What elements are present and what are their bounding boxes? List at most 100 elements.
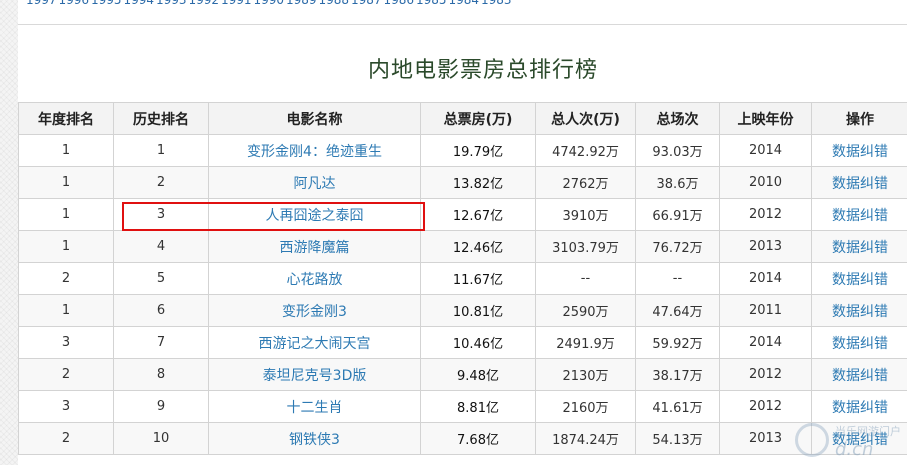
table-row: 3 7 西游记之大闹天宫 10.46亿 2491.9万 59.92万 2014 数据纠错 <box>18 326 907 359</box>
cell-total-gross: 19.79亿 <box>420 134 536 167</box>
table-header-row: 年度排名 历史排名 电影名称 总票房(万) 总人次(万) 总场次 上映年份 操作 <box>18 102 907 135</box>
year-link[interactable]: 1990 <box>254 0 287 7</box>
report-error-link[interactable]: 数据纠错 <box>832 368 888 384</box>
report-error-link[interactable]: 数据纠错 <box>832 400 888 416</box>
cell-total-gross: 12.46亿 <box>420 230 536 263</box>
cell-total-gross: 13.82亿 <box>420 166 536 199</box>
table-row: 1 3 人再囧途之泰囧 12.67亿 3910万 66.91万 2012 数据纠错 <box>18 198 907 231</box>
cell-release-year: 2012 <box>719 198 812 231</box>
col-total-gross[interactable]: 总票房(万) <box>420 102 536 135</box>
cell-screenings: 76.72万 <box>635 230 720 263</box>
watermark-logo: 当乐网游门户 d.cn <box>795 417 905 463</box>
cell-screenings: -- <box>635 262 720 295</box>
cell-year-rank: 1 <box>18 294 114 327</box>
year-link[interactable]: 1996 <box>59 0 92 7</box>
cell-history-rank: 9 <box>113 390 209 423</box>
cell-release-year: 2014 <box>719 134 812 167</box>
cell-history-rank: 5 <box>113 262 209 295</box>
cell-name: 变形金刚4：绝迹重生 <box>208 134 421 167</box>
cell-year-rank: 1 <box>18 230 114 263</box>
col-release-year[interactable]: 上映年份 <box>719 102 812 135</box>
year-link[interactable]: 1997 <box>26 0 59 7</box>
cell-admissions: 2130万 <box>535 358 636 391</box>
cell-total-gross: 8.81亿 <box>420 390 536 423</box>
cell-release-year: 2012 <box>719 358 812 391</box>
report-error-link[interactable]: 数据纠错 <box>832 272 888 288</box>
cell-admissions: 3910万 <box>535 198 636 231</box>
year-link[interactable]: 1989 <box>286 0 319 7</box>
movie-name-link[interactable]: 人再囧途之泰囧 <box>266 208 364 224</box>
movie-name-link[interactable]: 泰坦尼克号3D版 <box>263 368 367 384</box>
cell-name: 心花路放 <box>208 262 421 295</box>
year-link[interactable]: 1986 <box>384 0 417 7</box>
movie-name-link[interactable]: 阿凡达 <box>294 176 336 192</box>
year-link[interactable]: 1987 <box>351 0 384 7</box>
table-row: 2 10 钢铁侠3 7.68亿 1874.24万 54.13万 2013 数据纠错 <box>18 422 907 455</box>
year-link[interactable]: 1994 <box>124 0 157 7</box>
cell-admissions: 1874.24万 <box>535 422 636 455</box>
cell-year-rank: 1 <box>18 198 114 231</box>
col-history-rank[interactable]: 历史排名 <box>113 102 209 135</box>
col-admissions[interactable]: 总人次(万) <box>535 102 636 135</box>
cell-history-rank: 4 <box>113 230 209 263</box>
cell-admissions: 2762万 <box>535 166 636 199</box>
movie-name-link[interactable]: 心花路放 <box>287 272 343 288</box>
year-link[interactable]: 1992 <box>189 0 222 7</box>
table-row: 1 1 变形金刚4：绝迹重生 19.79亿 4742.92万 93.03万 2014 数据纠错 <box>18 134 907 167</box>
cell-name: 十二生肖 <box>208 390 421 423</box>
cell-name: 钢铁侠3 <box>208 422 421 455</box>
cell-action: 数据纠错 <box>811 134 907 167</box>
cell-year-rank: 2 <box>18 358 114 391</box>
report-error-link[interactable]: 数据纠错 <box>832 304 888 320</box>
cell-release-year: 2010 <box>719 166 812 199</box>
year-link[interactable]: 1993 <box>156 0 189 7</box>
col-screenings[interactable]: 总场次 <box>635 102 720 135</box>
report-error-link[interactable]: 数据纠错 <box>832 336 888 352</box>
cell-action: 数据纠错 <box>811 230 907 263</box>
cell-year-rank: 2 <box>18 262 114 295</box>
cell-history-rank: 10 <box>113 422 209 455</box>
cell-action: 数据纠错 <box>811 262 907 295</box>
movie-name-link[interactable]: 十二生肖 <box>287 400 343 416</box>
cell-total-gross: 9.48亿 <box>420 358 536 391</box>
year-link[interactable]: 1983 <box>481 0 514 7</box>
movie-name-link[interactable]: 变形金刚4：绝迹重生 <box>247 144 382 160</box>
cell-release-year: 2013 <box>719 230 812 263</box>
logo-circle-icon <box>795 423 829 457</box>
cell-release-year: 2014 <box>719 262 812 295</box>
cell-history-rank: 7 <box>113 326 209 359</box>
cell-name: 变形金刚3 <box>208 294 421 327</box>
movie-name-link[interactable]: 西游记之大闹天宫 <box>259 336 371 352</box>
cell-history-rank: 3 <box>113 198 209 231</box>
cell-total-gross: 12.67亿 <box>420 198 536 231</box>
cell-history-rank: 2 <box>113 166 209 199</box>
cell-action: 数据纠错 <box>811 166 907 199</box>
table-row: 3 9 十二生肖 8.81亿 2160万 41.61万 2012 数据纠错 <box>18 390 907 423</box>
col-year-rank[interactable]: 年度排名 <box>18 102 114 135</box>
cell-admissions: 2590万 <box>535 294 636 327</box>
cell-screenings: 47.64万 <box>635 294 720 327</box>
report-error-link[interactable]: 数据纠错 <box>832 176 888 192</box>
year-link[interactable]: 1991 <box>221 0 254 7</box>
cell-name: 人再囧途之泰囧 <box>208 198 421 231</box>
cell-action: 数据纠错 <box>811 294 907 327</box>
year-link[interactable]: 1984 <box>449 0 482 7</box>
cell-total-gross: 11.67亿 <box>420 262 536 295</box>
cell-action: 数据纠错 <box>811 358 907 391</box>
cell-name: 西游降魔篇 <box>208 230 421 263</box>
movie-name-link[interactable]: 钢铁侠3 <box>289 432 340 448</box>
year-link[interactable]: 1988 <box>319 0 352 7</box>
report-error-link[interactable]: 数据纠错 <box>832 208 888 224</box>
year-link[interactable]: 1985 <box>416 0 449 7</box>
movie-name-link[interactable]: 变形金刚3 <box>282 304 347 320</box>
movie-name-link[interactable]: 西游降魔篇 <box>280 240 350 256</box>
cell-history-rank: 1 <box>113 134 209 167</box>
col-movie-name[interactable]: 电影名称 <box>208 102 421 135</box>
cell-name: 西游记之大闹天宫 <box>208 326 421 359</box>
cell-admissions: 4742.92万 <box>535 134 636 167</box>
report-error-link[interactable]: 数据纠错 <box>832 144 888 160</box>
report-error-link[interactable]: 数据纠错 <box>832 240 888 256</box>
cell-admissions: 2160万 <box>535 390 636 423</box>
year-link[interactable]: 1995 <box>91 0 124 7</box>
cell-admissions: 3103.79万 <box>535 230 636 263</box>
